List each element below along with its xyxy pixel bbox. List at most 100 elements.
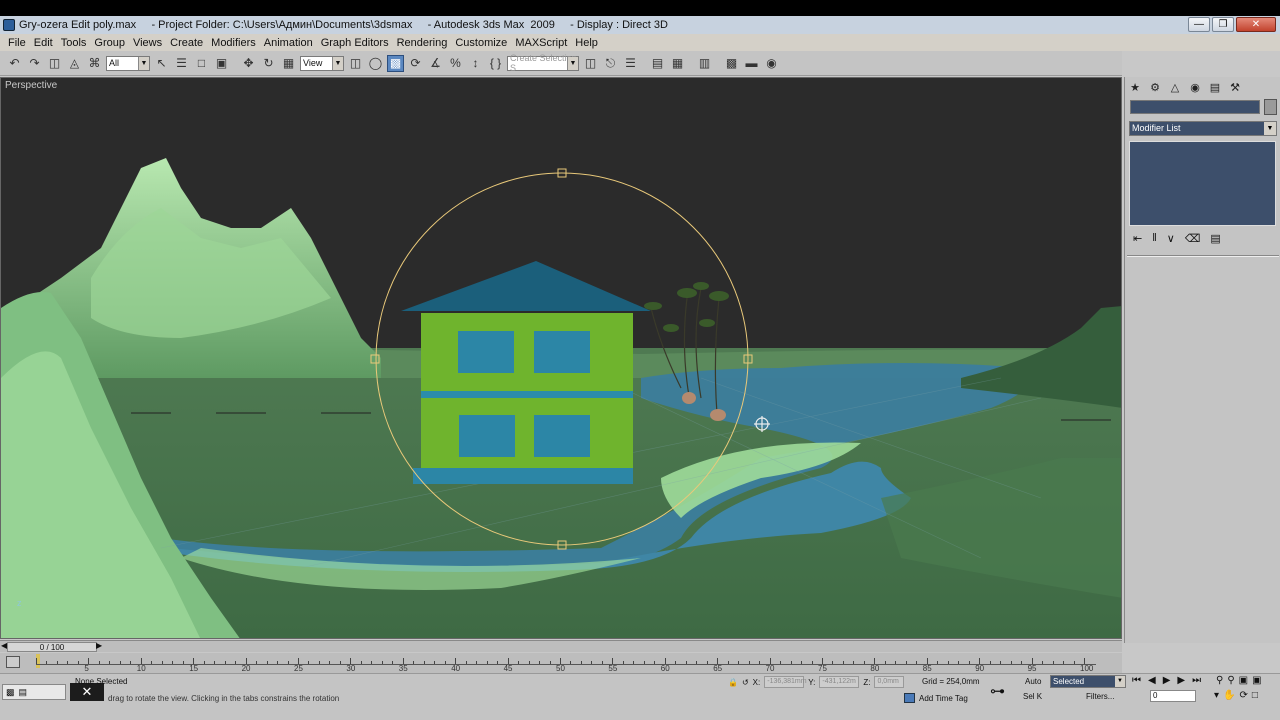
menu-customize[interactable]: Customize	[451, 37, 511, 49]
keyboard-shortcut-override-icon[interactable]: ▩	[387, 54, 404, 72]
ruler-tick	[109, 661, 111, 664]
track-bar[interactable]: 5 10 15 20 25 30 35 40 45 50 55 60 65 70 75 80 85 90 95 100	[0, 653, 1122, 673]
menu-modifiers[interactable]: Modifiers	[207, 37, 260, 49]
restore-button[interactable]: ❐	[1212, 17, 1234, 32]
select-and-rotate-icon[interactable]: ↻	[260, 55, 277, 72]
ruler-tick	[863, 661, 865, 664]
auto-key-button[interactable]: Auto	[1025, 677, 1041, 686]
material-editor-icon[interactable]: ▥	[696, 55, 713, 72]
z-coordinate-field[interactable]: 0,0mm	[874, 676, 905, 688]
percent-snap-icon[interactable]: %	[447, 55, 464, 72]
bind-spacewarp-icon[interactable]: ⌘	[86, 55, 103, 72]
select-and-link-icon[interactable]: ◫	[46, 55, 63, 72]
modify-tab-icon[interactable]: ⚙	[1148, 80, 1162, 94]
modifier-list-dropdown[interactable]: Modifier List ▼	[1129, 121, 1277, 136]
angle-snap-icon[interactable]: ∡	[427, 55, 444, 72]
align-icon[interactable]: ⎋	[602, 55, 619, 72]
menu-edit[interactable]: Edit	[30, 37, 57, 49]
configure-sets-icon[interactable]: ▤	[1210, 232, 1220, 245]
menu-group[interactable]: Group	[90, 37, 129, 49]
pin-stack-icon[interactable]: ⇤	[1133, 232, 1142, 245]
quick-render-icon[interactable]: ◉	[763, 55, 780, 72]
add-time-tag[interactable]: Add Time Tag	[904, 693, 968, 703]
minimize-button[interactable]: —	[1188, 17, 1210, 32]
current-frame-field[interactable]: 0	[1150, 690, 1196, 702]
make-unique-icon[interactable]: ∨	[1167, 232, 1175, 245]
maxscript-listener[interactable]: ▩ ▤	[2, 684, 66, 700]
window-crossing-icon[interactable]: ▣	[213, 55, 230, 72]
lock-selection-icon[interactable]: 🔒	[728, 678, 738, 687]
render-setup-icon[interactable]: ▩	[723, 55, 740, 72]
remove-modifier-icon[interactable]: ⌫	[1185, 232, 1201, 245]
rectangular-selection-icon[interactable]: □	[193, 55, 210, 72]
key-filters-button[interactable]: Filters...	[1086, 692, 1114, 701]
selection-filter-dropdown[interactable]: All ▼	[106, 55, 150, 71]
menu-animation[interactable]: Animation	[260, 37, 317, 49]
menu-maxscript[interactable]: MAXScript	[511, 37, 571, 49]
mini-curve-editor-icon[interactable]	[6, 656, 20, 668]
go-to-start-icon[interactable]: ⏮	[1132, 675, 1141, 686]
select-by-name-icon[interactable]: ☰	[173, 55, 190, 72]
undo-icon[interactable]: ↶	[6, 55, 23, 72]
zoom-all-icon[interactable]: ⚲	[1227, 675, 1234, 686]
ruler-tick	[518, 661, 520, 664]
object-color-swatch[interactable]	[1264, 99, 1277, 115]
viewport-label[interactable]: Perspective	[5, 80, 57, 91]
named-selection-dropdown[interactable]: Create Selection S ▼	[507, 53, 579, 73]
close-button[interactable]: ✕	[1236, 17, 1276, 32]
x-coordinate-field[interactable]: -136,381mm	[764, 676, 807, 688]
go-to-end-icon[interactable]: ⏭	[1192, 675, 1201, 686]
pivot-center-icon[interactable]: ◫	[347, 55, 364, 72]
set-key-icon[interactable]: ⊶	[990, 682, 1005, 700]
arc-rotate-icon[interactable]: ⟳	[1239, 690, 1247, 701]
absolute-mode-icon[interactable]: ↺	[742, 678, 749, 687]
next-frame-icon[interactable]: ▶	[1177, 675, 1185, 686]
unlink-icon[interactable]: ◬	[66, 55, 83, 72]
zoom-icon[interactable]: ⚲	[1216, 675, 1223, 686]
motion-tab-icon[interactable]: ◉	[1188, 80, 1202, 94]
set-key-button[interactable]: Sel K	[1023, 692, 1042, 701]
edit-named-selection-icon[interactable]: { }	[487, 55, 504, 72]
select-and-move-icon[interactable]: ✥	[240, 55, 257, 72]
x-label: X:	[752, 677, 761, 687]
menu-rendering[interactable]: Rendering	[393, 37, 452, 49]
menu-tools[interactable]: Tools	[57, 37, 91, 49]
utilities-tab-icon[interactable]: ⚒	[1228, 80, 1242, 94]
menu-views[interactable]: Views	[129, 37, 166, 49]
snaps-toggle-icon[interactable]: ⟳	[407, 55, 424, 72]
time-slider[interactable]: 0 / 100	[7, 642, 97, 652]
y-coordinate-field[interactable]: -431,122m	[819, 676, 860, 688]
mirror-icon[interactable]: ◫	[582, 55, 599, 72]
curve-editor-icon[interactable]: ▤	[649, 55, 666, 72]
previous-frame-icon[interactable]: ◀	[1148, 675, 1156, 686]
modifier-stack[interactable]	[1129, 141, 1276, 226]
next-frame-arrow-icon[interactable]: ▶	[96, 641, 102, 650]
menu-file[interactable]: File	[4, 37, 30, 49]
select-and-manipulate-icon[interactable]: ◯	[367, 55, 384, 72]
redo-icon[interactable]: ↷	[26, 55, 43, 72]
menu-create[interactable]: Create	[166, 37, 207, 49]
display-tab-icon[interactable]: ▤	[1208, 80, 1222, 94]
zoom-extents-all-icon[interactable]: ▣	[1252, 675, 1261, 686]
spinner-snap-icon[interactable]: ↕	[467, 55, 484, 72]
show-end-result-icon[interactable]: ‖	[1152, 232, 1157, 245]
key-filter-selected-dropdown[interactable]: Selected ▼	[1050, 675, 1126, 688]
create-tab-icon[interactable]: ★	[1128, 80, 1142, 94]
app-icon[interactable]	[3, 19, 15, 31]
zoom-extents-icon[interactable]: ▣	[1239, 675, 1248, 686]
play-icon[interactable]: ▶	[1163, 675, 1171, 686]
hierarchy-tab-icon[interactable]: △	[1168, 80, 1182, 94]
object-name-field[interactable]	[1130, 100, 1260, 114]
schematic-view-icon[interactable]: ▦	[669, 55, 686, 72]
perspective-viewport[interactable]: Perspective z	[0, 77, 1122, 639]
menu-graph-editors[interactable]: Graph Editors	[317, 37, 393, 49]
maximize-viewport-icon[interactable]: □	[1252, 690, 1258, 701]
pan-icon[interactable]: ✋	[1223, 690, 1235, 701]
select-and-scale-icon[interactable]: ▦	[280, 55, 297, 72]
reference-coordinate-dropdown[interactable]: View ▼	[300, 55, 344, 71]
menu-help[interactable]: Help	[571, 37, 602, 49]
field-of-view-icon[interactable]: ▾	[1214, 690, 1219, 701]
rendered-frame-window-icon[interactable]: ▬	[743, 55, 760, 72]
select-object-icon[interactable]: ↖	[153, 55, 170, 72]
layer-manager-icon[interactable]: ☰	[622, 55, 639, 72]
